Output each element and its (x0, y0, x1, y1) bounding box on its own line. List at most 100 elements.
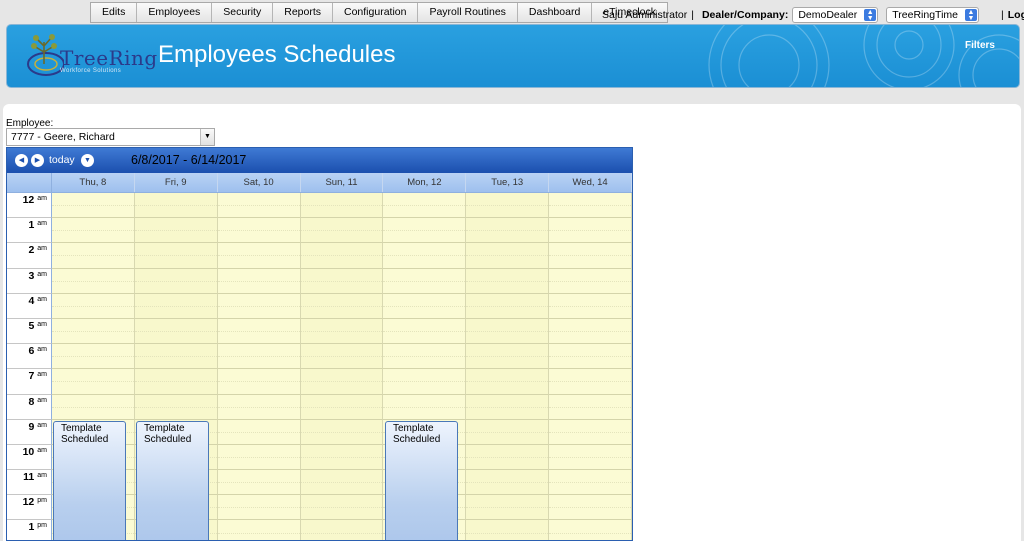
time-slot[interactable] (217, 444, 301, 471)
time-slot[interactable] (549, 394, 632, 420)
schedule-event[interactable]: Template Scheduled (385, 420, 458, 540)
nav-item-security[interactable]: Security (212, 3, 274, 22)
time-slot[interactable] (549, 444, 632, 471)
time-slot[interactable] (51, 344, 135, 370)
time-slot[interactable] (549, 495, 632, 521)
time-slot[interactable] (383, 268, 467, 294)
time-slot[interactable] (217, 318, 301, 345)
time-slot[interactable] (549, 520, 632, 540)
today-button[interactable]: today (49, 154, 75, 166)
time-slot[interactable] (134, 293, 218, 319)
time-slot[interactable] (466, 369, 550, 395)
nav-item-edits[interactable]: Edits (91, 3, 138, 22)
time-slot[interactable] (134, 268, 218, 294)
time-slot[interactable] (300, 394, 384, 420)
time-slot[interactable] (466, 293, 550, 319)
time-slot[interactable] (134, 218, 218, 244)
time-slot[interactable] (549, 318, 632, 345)
time-slot[interactable] (217, 293, 301, 319)
time-slot[interactable] (300, 344, 384, 370)
time-slot[interactable] (549, 419, 632, 445)
time-slot[interactable] (549, 344, 632, 370)
time-slot[interactable] (466, 444, 550, 471)
time-slot[interactable] (300, 318, 384, 345)
schedule-event[interactable]: Template Scheduled (53, 420, 126, 540)
view-dropdown-button[interactable]: ▼ (81, 154, 94, 167)
time-slot[interactable] (466, 344, 550, 370)
time-slot[interactable] (300, 444, 384, 471)
time-slot[interactable] (217, 394, 301, 420)
logout-link[interactable]: Logout (1008, 9, 1024, 21)
time-slot[interactable] (134, 394, 218, 420)
filters-link[interactable]: Filters (965, 40, 995, 51)
time-slot[interactable] (217, 268, 301, 294)
time-slot[interactable] (217, 218, 301, 244)
time-slot[interactable] (51, 394, 135, 420)
time-slot[interactable] (383, 394, 467, 420)
time-slot[interactable] (134, 243, 218, 269)
time-slot[interactable] (383, 193, 467, 219)
time-slot[interactable] (51, 243, 135, 269)
time-slot[interactable] (134, 369, 218, 395)
time-slot[interactable] (466, 419, 550, 445)
time-slot[interactable] (549, 218, 632, 244)
nav-item-reports[interactable]: Reports (273, 3, 333, 22)
time-slot[interactable] (549, 293, 632, 319)
time-slot[interactable] (217, 369, 301, 395)
time-slot[interactable] (300, 218, 384, 244)
time-slot[interactable] (300, 419, 384, 445)
time-slot[interactable] (466, 318, 550, 345)
time-slot[interactable] (217, 520, 301, 540)
time-slot[interactable] (300, 268, 384, 294)
nav-item-payroll-routines[interactable]: Payroll Routines (418, 3, 518, 22)
time-slot[interactable] (300, 369, 384, 395)
time-slot[interactable] (217, 495, 301, 521)
time-slot[interactable] (300, 193, 384, 219)
time-slot[interactable] (217, 470, 301, 496)
time-slot[interactable] (134, 193, 218, 219)
time-slot[interactable] (466, 394, 550, 420)
time-slot[interactable] (217, 243, 301, 269)
time-slot[interactable] (549, 470, 632, 496)
time-slot[interactable] (51, 218, 135, 244)
nav-item-dashboard[interactable]: Dashboard (517, 3, 593, 22)
time-slot[interactable] (300, 293, 384, 319)
schedule-event[interactable]: Template Scheduled (136, 420, 209, 540)
time-slot[interactable] (549, 369, 632, 395)
time-slot[interactable] (300, 520, 384, 540)
time-slot[interactable] (466, 193, 550, 219)
prev-week-button[interactable]: ◀ (15, 154, 28, 167)
time-slot[interactable] (300, 243, 384, 269)
time-slot[interactable] (383, 218, 467, 244)
time-slot[interactable] (51, 318, 135, 345)
time-slot[interactable] (466, 470, 550, 496)
time-slot[interactable] (383, 369, 467, 395)
time-slot[interactable] (51, 268, 135, 294)
time-slot[interactable] (134, 344, 218, 370)
time-slot[interactable] (466, 243, 550, 269)
time-slot[interactable] (549, 243, 632, 269)
nav-item-configuration[interactable]: Configuration (333, 3, 419, 22)
company-select[interactable]: TreeRingTime ▲ ▼ (886, 7, 980, 23)
dealer-select[interactable]: DemoDealer ▲ ▼ (792, 7, 879, 23)
time-slot[interactable] (383, 344, 467, 370)
next-week-button[interactable]: ▶ (31, 154, 44, 167)
time-slot[interactable] (383, 243, 467, 269)
time-slot[interactable] (217, 419, 301, 445)
time-slot[interactable] (134, 318, 218, 345)
time-slot[interactable] (466, 520, 550, 540)
time-slot[interactable] (300, 495, 384, 521)
employee-select[interactable]: 7777 - Geere, Richard ▼ (6, 128, 215, 146)
time-slot[interactable] (51, 369, 135, 395)
time-slot[interactable] (549, 268, 632, 294)
time-slot[interactable] (383, 293, 467, 319)
time-slot[interactable] (466, 495, 550, 521)
time-slot[interactable] (466, 268, 550, 294)
time-slot[interactable] (51, 293, 135, 319)
time-slot[interactable] (300, 470, 384, 496)
time-slot[interactable] (217, 193, 301, 219)
time-slot[interactable] (51, 193, 135, 219)
time-slot[interactable] (549, 193, 632, 219)
time-slot[interactable] (383, 318, 467, 345)
time-slot[interactable] (217, 344, 301, 370)
